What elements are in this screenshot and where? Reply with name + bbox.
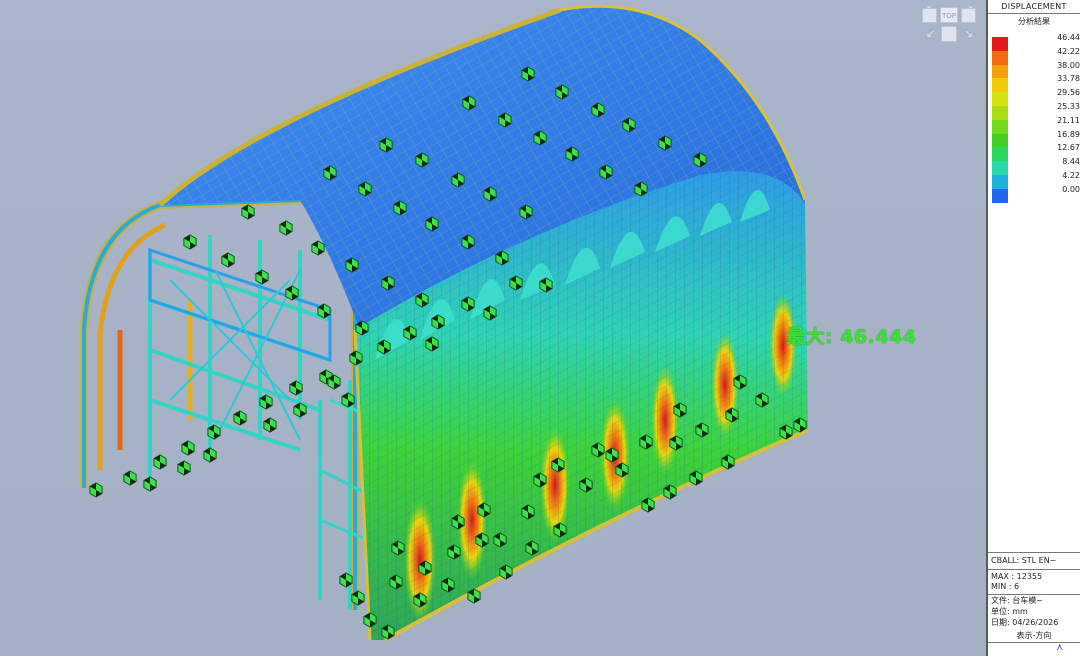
legend-swatch <box>992 161 1008 175</box>
rotate-down-right-icon[interactable]: ↘ <box>964 28 973 39</box>
unit-line: 单位: mm <box>991 607 1028 616</box>
legend-value: 46.44 <box>1057 33 1080 42</box>
legend-swatch <box>992 175 1008 189</box>
result-legend-panel: DISPLACEMENT 分析結果 46.44 42.22 38.00 33.78 29… <box>986 0 1080 656</box>
legend-swatch <box>992 92 1008 106</box>
display-direction-label: 表示-方向 <box>1016 631 1052 640</box>
axis-icon: ⋏ <box>1056 642 1064 653</box>
legend-value: 8.44 <box>1062 157 1080 167</box>
legend-value: 0.00 <box>1062 184 1080 194</box>
legend-swatch <box>992 37 1008 51</box>
view-cube-left-face[interactable] <box>922 8 937 23</box>
legend-swatch <box>992 188 1008 203</box>
legend-value: 21.11 <box>1057 115 1080 125</box>
view-cube-bottom-face[interactable] <box>941 26 957 42</box>
legend-value: 29.56 <box>1057 88 1080 98</box>
legend-swatch <box>992 64 1008 79</box>
max-value-label: 最大: 46.444 <box>786 326 917 348</box>
back-frame <box>80 195 359 610</box>
legend-swatch <box>992 119 1008 134</box>
legend-swatch <box>992 106 1008 120</box>
date-line: 日期: 04/26/2026 <box>991 618 1059 627</box>
file-line: 文件: 台车模~ <box>991 596 1043 605</box>
legend-subtitle: 分析結果 <box>1018 17 1050 26</box>
view-cube-top-face[interactable]: TOP <box>940 7 958 23</box>
view-cube-right-face[interactable] <box>961 8 976 23</box>
legend-swatch <box>992 50 1008 65</box>
view-cube[interactable]: ↖ ↗ TOP ↙ ↘ <box>920 4 978 44</box>
legend-value: 4.22 <box>1062 171 1080 180</box>
legend-value: 12.67 <box>1057 143 1080 153</box>
legend-value: 33.78 <box>1057 74 1080 84</box>
legend-swatch <box>992 133 1008 148</box>
legend-swatch <box>992 147 1008 162</box>
legend-title: DISPLACEMENT <box>988 0 1080 14</box>
legend-value: 38.00 <box>1057 60 1080 70</box>
rotate-down-left-icon[interactable]: ↙ <box>926 28 935 39</box>
result-type-line: CBALL: STL EN~ <box>991 556 1057 565</box>
model-viewport[interactable]: 最大: 46.444 ↖ ↗ TOP ↙ ↘ <box>0 0 986 656</box>
legend-value: 16.89 <box>1057 129 1080 139</box>
max-node-line: MAX : 12355 <box>991 572 1043 581</box>
min-node-line: MIN : 6 <box>991 582 1020 591</box>
legend-value: 42.22 <box>1057 46 1080 56</box>
legend-value: 25.33 <box>1057 102 1080 111</box>
legend-swatch <box>992 78 1008 93</box>
